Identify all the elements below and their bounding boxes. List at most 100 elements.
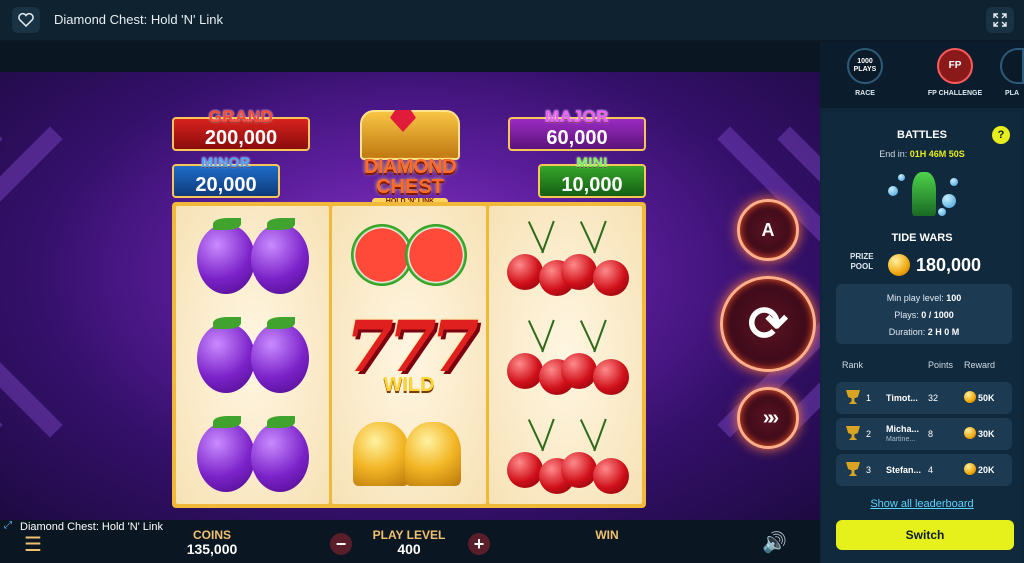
prize-pool-value: 180,000	[916, 255, 982, 275]
minus-icon: −	[335, 533, 347, 554]
rank-header: Rank	[842, 360, 864, 370]
autoplay-button[interactable]: A	[737, 199, 799, 261]
spin-icon: ⟳	[747, 298, 789, 351]
autoplay-icon: A	[761, 219, 775, 240]
points-header: Points	[928, 360, 954, 370]
cherry-symbol	[495, 210, 635, 302]
play-level-value: 400	[397, 541, 421, 557]
sound-icon[interactable]: 🔊	[762, 530, 787, 555]
min-play-label: Min play level:	[886, 293, 944, 303]
row-name: Stefan...	[886, 465, 922, 475]
switch-button[interactable]: Switch	[836, 520, 1014, 550]
trophy-icon	[846, 426, 860, 440]
event-name: TIDE WARS	[891, 232, 953, 244]
leaderboard-row: 3 Stefan... 4 20K	[836, 454, 1012, 486]
plum-symbol	[183, 309, 323, 401]
trophy-icon	[846, 462, 860, 476]
jackpot-major-value: 60,000	[546, 127, 608, 149]
game-title: Diamond Chest: Hold 'N' Link	[54, 12, 223, 27]
tab-fp-challenge-label: FP CHALLENGE	[927, 90, 983, 97]
game-stage: GRAND 200,000 MAJOR 60,000 MINOR 20,000 …	[0, 72, 820, 520]
plays-label: Plays:	[894, 310, 919, 320]
jackpot-minor-name: MINOR	[201, 154, 251, 170]
jackpot-minor: MINOR 20,000	[172, 154, 280, 198]
turbo-button[interactable]: »»	[737, 387, 799, 449]
race-badge: 1000 PLAYS	[847, 48, 883, 84]
leaderboard-row: 1 Timot... 32 50K	[836, 382, 1012, 414]
bell-symbol	[339, 408, 479, 500]
tab-partial[interactable]: PLA	[1000, 42, 1024, 108]
battles-panel: BATTLES ? End in: 01H 46M 50S TIDE WARS …	[822, 112, 1022, 563]
decrease-level-button[interactable]: −	[330, 533, 352, 555]
reel-3	[488, 206, 642, 504]
spin-button[interactable]: ⟳	[720, 276, 816, 372]
duration-label: Duration:	[888, 327, 926, 337]
prize-label-line-1: PRIZE	[850, 252, 874, 261]
jackpot-grand-value: 200,000	[204, 127, 278, 149]
jackpot-minor-value: 20,000	[195, 174, 257, 196]
wild-symbol: 777 WILD	[339, 305, 479, 401]
row-reward: 20K	[978, 465, 995, 475]
play-level-label: PLAY LEVEL	[372, 528, 446, 542]
coin-icon	[964, 427, 976, 439]
fp-challenge-badge: FP	[937, 48, 973, 84]
cherry-symbol	[495, 408, 635, 500]
cherry-symbol	[495, 309, 635, 401]
help-icon: ?	[997, 129, 1005, 141]
coin-icon	[964, 391, 976, 403]
win-label: WIN	[595, 528, 619, 542]
jackpot-grand-name: GRAND	[208, 107, 274, 126]
row-points: 32	[928, 393, 939, 403]
row-name: Timot...	[886, 393, 918, 403]
plum-symbol	[183, 408, 323, 500]
prize-label-line-2: POOL	[850, 262, 874, 271]
expand-icon	[993, 13, 1007, 27]
top-bar: Diamond Chest: Hold 'N' Link	[0, 0, 1024, 40]
tab-race-label: RACE	[855, 90, 875, 97]
coin-icon	[888, 254, 910, 276]
jackpot-mini: MINI 10,000	[538, 154, 646, 198]
row-rank: 1	[866, 393, 872, 403]
row-name: Micha...	[886, 424, 920, 434]
menu-icon[interactable]: ☰	[24, 532, 44, 557]
game-logo: DIAMOND CHEST HOLD 'N' LINK	[352, 110, 468, 210]
tab-fp-challenge[interactable]: FP FP CHALLENGE	[910, 42, 1000, 108]
sidebar: 1000 PLAYS RACE FP FP CHALLENGE PLA BATT…	[820, 42, 1024, 563]
watermelon-symbol	[339, 210, 479, 302]
frame-game-title: Diamond Chest: Hold 'N' Link	[20, 521, 163, 533]
row-points: 8	[928, 429, 934, 439]
prize-pool-label: PRIZE POOL	[850, 252, 874, 272]
reward-header: Reward	[964, 360, 996, 370]
plays-value: 0 / 1000	[921, 310, 954, 320]
tab-race[interactable]: 1000 PLAYS RACE	[820, 42, 910, 108]
row-reward: 30K	[978, 429, 995, 439]
end-in: End in: 01H 46M 50S	[822, 149, 1022, 159]
partial-badge	[1000, 48, 1024, 84]
fast-forward-icon: »»	[762, 406, 779, 429]
heart-icon	[18, 13, 34, 27]
game-area: GRAND 200,000 MAJOR 60,000 MINOR 20,000 …	[0, 42, 820, 563]
favorite-button[interactable]	[12, 7, 40, 33]
end-in-label: End in:	[879, 149, 908, 159]
end-in-value: 01H 46M 50S	[909, 149, 965, 159]
coin-icon	[964, 463, 976, 475]
jackpot-grand: GRAND 200,000	[172, 107, 310, 151]
plum-symbol	[183, 210, 323, 302]
increase-level-button[interactable]: +	[468, 533, 490, 555]
logo-line-2: CHEST	[376, 176, 444, 198]
jackpot-major: MAJOR 60,000	[508, 107, 646, 151]
reel-1	[176, 206, 330, 504]
show-all-leaderboard-link[interactable]: Show all leaderboard	[822, 498, 1022, 510]
row-points: 4	[928, 465, 934, 475]
wild-label: WILD	[383, 373, 435, 396]
sidebar-tabs: 1000 PLAYS RACE FP FP CHALLENGE PLA	[820, 42, 1024, 108]
jackpot-mini-value: 10,000	[561, 174, 623, 196]
tide-wars-art	[884, 168, 964, 220]
fullscreen-button[interactable]	[986, 7, 1014, 33]
plus-icon: +	[473, 533, 485, 554]
help-button[interactable]: ?	[992, 126, 1010, 144]
reels: 777 WILD	[172, 202, 646, 508]
row-subname: Martine...	[886, 436, 916, 443]
reel-2: 777 WILD	[332, 206, 486, 504]
row-reward: 50K	[978, 393, 995, 403]
